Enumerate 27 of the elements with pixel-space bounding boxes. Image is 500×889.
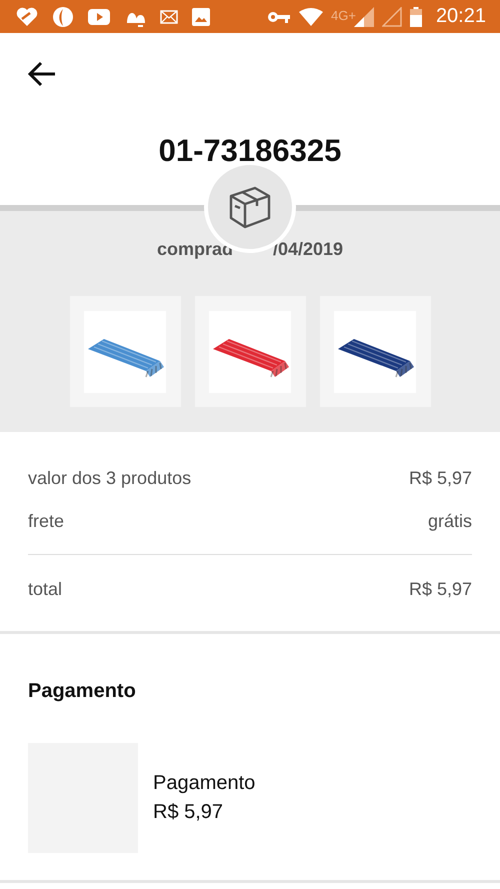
play-icon [88, 8, 110, 24]
signal-icon [354, 6, 374, 26]
wifi-icon [299, 8, 323, 26]
battery-icon [410, 6, 422, 26]
key-icon [267, 10, 291, 24]
purchase-date: comprad [156, 239, 233, 260]
heart-icon [16, 6, 38, 26]
product-card[interactable] [320, 296, 430, 407]
summary-label: total [28, 579, 62, 600]
network-label: 4G+ [331, 8, 356, 23]
purchase-date: /04/2019 [272, 239, 344, 260]
image-icon [192, 8, 210, 26]
payment-method: Pagamento [153, 772, 256, 795]
payment-amount: R$ 5,97 [153, 801, 224, 824]
product-card[interactable] [194, 296, 306, 407]
summary-label: frete [28, 511, 64, 532]
summary-value: grátis [428, 511, 472, 532]
summary-value: R$ 5,97 [408, 579, 472, 600]
summary-value: R$ 5,97 [408, 468, 472, 489]
clock-time: 20:21 [436, 5, 486, 28]
back-button[interactable] [26, 61, 58, 89]
section-heading: Pagamento [28, 679, 137, 703]
order-number: 01-73186325 [158, 133, 342, 169]
mail-icon [160, 10, 178, 24]
summary-label: valor dos 3 produtos [28, 468, 192, 489]
signal-icon [382, 6, 402, 26]
leaf-icon [52, 6, 74, 28]
